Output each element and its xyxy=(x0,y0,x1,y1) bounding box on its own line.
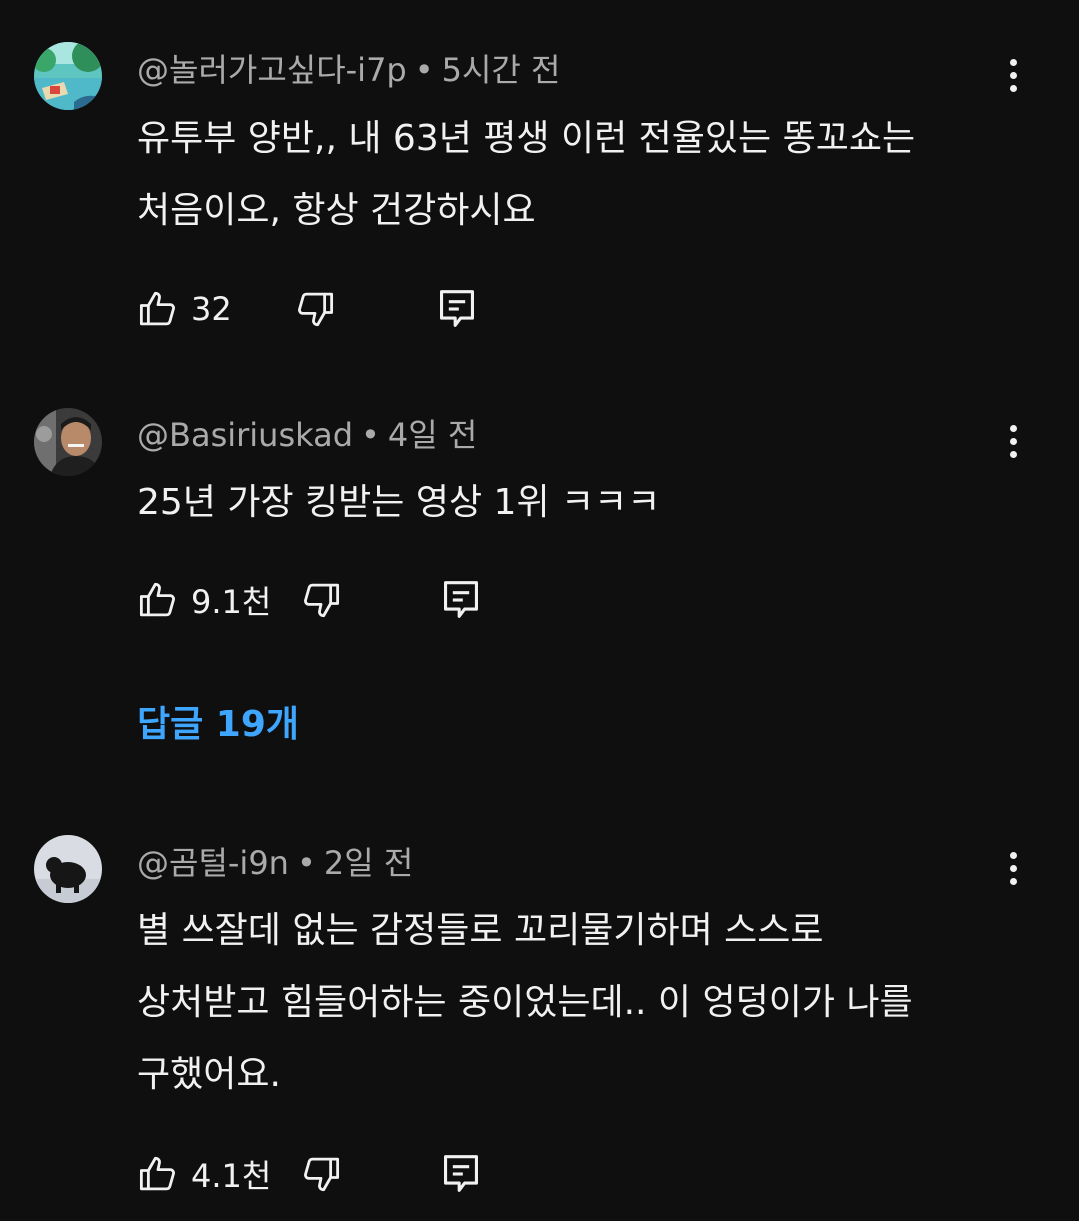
separator-dot: • xyxy=(296,844,316,882)
comment-line: 25년 가장 킹받는 영상 1위 ㅋㅋㅋ xyxy=(137,482,661,523)
comment-time: 5시간 전 xyxy=(441,51,561,89)
thumbs-down-icon xyxy=(304,583,340,618)
comment-text: 25년 가장 킹받는 영상 1위 ㅋㅋㅋ xyxy=(137,467,1017,539)
avatar-image xyxy=(34,835,102,903)
avatar-image xyxy=(34,42,102,110)
comment-line: 상처받고 힘들어하는 중이었는데.. 이 엉덩이가 나를 xyxy=(137,982,913,1023)
dislike-button[interactable] xyxy=(300,1150,342,1198)
thumbs-up-icon xyxy=(139,291,175,326)
like-button[interactable]: 32 xyxy=(137,285,232,333)
comment-meta: @놀러가고싶다-i7p • 5시간 전 xyxy=(137,50,560,90)
reply-comment-icon xyxy=(444,1155,478,1192)
separator-dot: • xyxy=(414,51,434,89)
view-replies-link[interactable]: 답글 19개 xyxy=(137,700,299,750)
avatar-image xyxy=(34,408,102,476)
reply-comment-icon xyxy=(440,290,474,327)
like-button[interactable]: 9.1천 xyxy=(137,576,271,624)
author-name[interactable]: @Basiriuskad xyxy=(137,416,353,454)
comment-actions: 9.1천 xyxy=(137,576,537,624)
author-name[interactable]: @곰털-i9n xyxy=(137,844,289,882)
reply-button[interactable] xyxy=(441,1150,481,1198)
comment-time: 2일 전 xyxy=(323,844,414,882)
more-vertical-icon[interactable] xyxy=(996,416,1030,466)
comment-time: 4일 전 xyxy=(387,416,478,454)
comment-line: 구했어요. xyxy=(137,1054,281,1095)
thumbs-down-icon xyxy=(298,292,334,327)
avatar[interactable] xyxy=(34,408,102,476)
comment-line: 유투부 양반,, 내 63년 평생 이런 전율있는 똥꼬쇼는 xyxy=(137,118,916,159)
comment-text: 유투부 양반,, 내 63년 평생 이런 전율있는 똥꼬쇼는 처음이오, 항상 … xyxy=(137,103,1017,247)
comment-line: 처음이오, 항상 건강하시요 xyxy=(137,190,536,231)
avatar[interactable] xyxy=(34,42,102,110)
like-count: 32 xyxy=(191,290,232,328)
thumbs-up-icon xyxy=(139,1156,175,1191)
comment-meta: @곰털-i9n • 2일 전 xyxy=(137,843,413,883)
avatar[interactable] xyxy=(34,835,102,903)
comment-meta: @Basiriuskad • 4일 전 xyxy=(137,415,477,455)
separator-dot: • xyxy=(361,416,380,454)
author-name[interactable]: @놀러가고싶다-i7p xyxy=(137,51,407,89)
thumbs-up-icon xyxy=(139,582,175,617)
reply-button[interactable] xyxy=(441,576,481,624)
dislike-button[interactable] xyxy=(294,285,336,333)
like-count: 9.1천 xyxy=(191,583,272,621)
comment-actions: 4.1천 xyxy=(137,1150,537,1198)
reply-comment-icon xyxy=(444,581,478,618)
thumbs-down-icon xyxy=(304,1157,340,1192)
like-button[interactable]: 4.1천 xyxy=(137,1150,271,1198)
reply-button[interactable] xyxy=(437,285,477,333)
comment-text: 별 쓰잘데 없는 감정들로 꼬리물기하며 스스로 상처받고 힘들어하는 중이었는… xyxy=(137,895,1017,1111)
more-vertical-icon[interactable] xyxy=(996,50,1030,100)
comment-actions: 32 xyxy=(137,285,537,333)
like-count: 4.1천 xyxy=(191,1157,272,1195)
dislike-button[interactable] xyxy=(300,576,342,624)
more-vertical-icon[interactable] xyxy=(996,843,1030,893)
comment-line: 별 쓰잘데 없는 감정들로 꼬리물기하며 스스로 xyxy=(137,910,824,951)
